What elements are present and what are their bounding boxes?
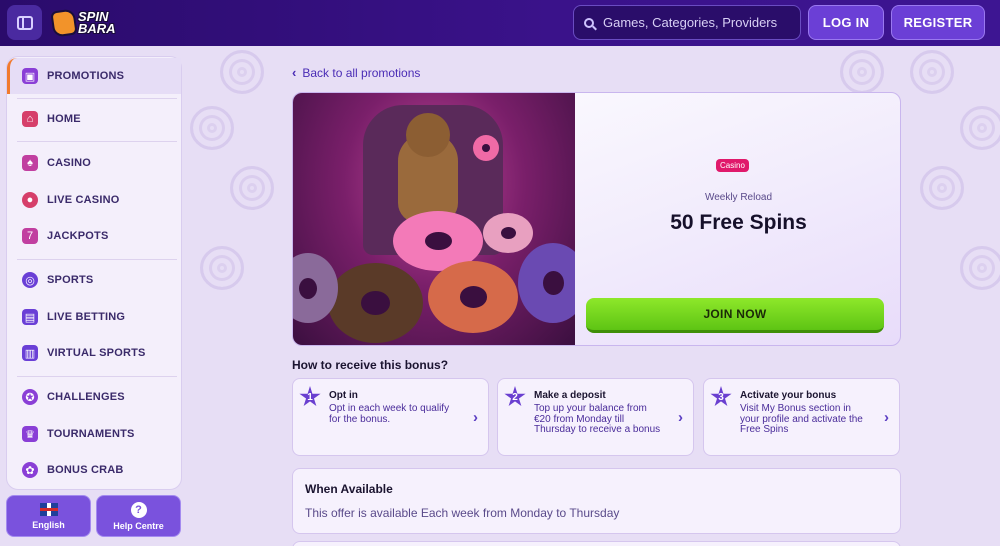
step-title: Make a deposit <box>534 390 606 401</box>
sidebar-item-label: HOME <box>47 113 81 125</box>
sidebar-item-jackpots[interactable]: 7 JACKPOTS <box>7 221 181 251</box>
divider <box>17 259 177 260</box>
challenge-icon: ✪ <box>22 389 38 405</box>
step-card[interactable]: 2 Make a deposit Top up your balance fro… <box>497 378 694 456</box>
sidebar-item-sports[interactable]: ◎ SPORTS <box>7 265 181 295</box>
virtual-icon: ▥ <box>22 345 38 361</box>
donut-shape <box>483 213 533 253</box>
sidebar-nav: ▣ PROMOTIONS ⌂ HOME ♠ CASINO ● LIVE CASI… <box>6 56 182 490</box>
divider <box>17 141 177 142</box>
step-card[interactable]: 3 Activate your bonus Visit My Bonus sec… <box>703 378 900 456</box>
sidebar-item-label: LIVE CASINO <box>47 194 120 206</box>
sidebar-toggle-button[interactable] <box>7 5 42 40</box>
promo-banner-image <box>293 93 575 345</box>
star-number-icon: 3 <box>710 386 732 407</box>
sidebar-item-label: LIVE BETTING <box>47 311 126 323</box>
availability-title: When Available <box>305 482 393 496</box>
search-icon <box>584 17 594 28</box>
promo-title: 50 Free Spins <box>670 211 807 234</box>
language-label: English <box>32 519 65 530</box>
sidebar-item-label: CHALLENGES <box>47 391 125 403</box>
top-header: SPIN BARA LOG IN REGISTER <box>0 0 1000 46</box>
step-card[interactable]: 1 Opt in Opt in each week to qualify for… <box>292 378 489 456</box>
login-button[interactable]: LOG IN <box>808 5 884 40</box>
join-now-button[interactable]: JOIN NOW <box>586 298 884 333</box>
sidebar-item-label: CASINO <box>47 157 91 169</box>
search-box[interactable] <box>573 5 801 40</box>
sidebar-item-virtual-sports[interactable]: ▥ VIRTUAL SPORTS <box>7 338 181 368</box>
star-number-icon: 2 <box>504 386 526 407</box>
logo-text: SPIN BARA <box>78 9 116 36</box>
uk-flag-icon <box>39 502 58 516</box>
availability-text: This offer is available Each week from M… <box>305 506 620 520</box>
sidebar-item-label: TOURNAMENTS <box>47 428 135 440</box>
capybara-head-shape <box>406 113 450 157</box>
step-title: Opt in <box>329 390 358 401</box>
availability-card: When Available This offer is available E… <box>292 468 901 534</box>
category-tag: Casino <box>716 159 749 172</box>
chevron-right-icon: › <box>884 409 889 426</box>
next-section-card <box>292 541 901 546</box>
promo-subtitle: Weekly Reload <box>704 192 773 203</box>
capybara-logo-icon <box>50 8 78 38</box>
roulette-icon: ● <box>22 192 38 208</box>
chevron-right-icon: › <box>473 409 478 426</box>
sidebar-item-challenges[interactable]: ✪ CHALLENGES <box>7 382 181 412</box>
search-input[interactable] <box>603 15 783 30</box>
donut-shape <box>428 261 518 333</box>
register-button[interactable]: REGISTER <box>891 5 985 40</box>
star-number-icon: 1 <box>299 386 321 407</box>
question-icon: ? <box>130 501 147 518</box>
help-centre-button[interactable]: ? Help Centre <box>96 495 181 537</box>
back-to-promotions-link[interactable]: ‹ Back to all promotions <box>292 65 420 80</box>
divider <box>17 376 177 377</box>
sidebar-item-live-betting[interactable]: ▤ LIVE BETTING <box>7 302 181 332</box>
step-description: Top up your balance from €20 from Monday… <box>534 403 661 435</box>
how-to-receive-heading: How to receive this bonus? <box>292 358 449 372</box>
step-title: Activate your bonus <box>740 390 837 401</box>
donut-shape <box>518 243 575 323</box>
gift-icon: ▣ <box>22 68 38 84</box>
casino-icon: ♠ <box>22 155 38 171</box>
sidebar-item-live-casino[interactable]: ● LIVE CASINO <box>7 185 181 215</box>
donut-shape <box>328 263 423 343</box>
step-description: Visit My Bonus section in your profile a… <box>740 403 863 435</box>
promo-card: Casino Weekly Reload 50 Free Spins JOIN … <box>292 92 901 346</box>
trophy-icon: ♛ <box>22 426 38 442</box>
step-description: Opt in each week to qualify for the bonu… <box>329 403 450 425</box>
sidebar-item-label: VIRTUAL SPORTS <box>47 347 146 359</box>
donut-shape <box>473 135 499 161</box>
help-label: Help Centre <box>113 520 164 531</box>
sidebar-item-home[interactable]: ⌂ HOME <box>7 104 181 134</box>
sidebar-item-label: JACKPOTS <box>47 230 109 242</box>
sidebar-item-promotions[interactable]: ▣ PROMOTIONS <box>7 58 181 94</box>
sidebar-item-bonus-crab[interactable]: ✿ BONUS CRAB <box>7 455 181 485</box>
divider <box>17 98 177 99</box>
sidebar-item-label: BONUS CRAB <box>47 464 124 476</box>
jackpot-icon: 7 <box>22 228 38 244</box>
sidebar-icon <box>16 15 33 30</box>
back-link-label: Back to all promotions <box>302 65 421 80</box>
chevron-right-icon: › <box>678 409 683 426</box>
live-icon: ▤ <box>22 309 38 325</box>
sidebar-item-tournaments[interactable]: ♛ TOURNAMENTS <box>7 419 181 449</box>
sidebar-item-label: SPORTS <box>47 274 94 286</box>
site-logo[interactable]: SPIN BARA <box>50 6 142 40</box>
promo-info: Casino Weekly Reload 50 Free Spins JOIN … <box>575 93 900 345</box>
language-button[interactable]: English <box>6 495 91 537</box>
sidebar-item-casino[interactable]: ♠ CASINO <box>7 148 181 178</box>
home-icon: ⌂ <box>22 111 38 127</box>
ball-icon: ◎ <box>22 272 38 288</box>
chevron-left-icon: ‹ <box>292 65 297 80</box>
sidebar-item-label: PROMOTIONS <box>47 70 125 82</box>
crab-icon: ✿ <box>22 462 38 478</box>
